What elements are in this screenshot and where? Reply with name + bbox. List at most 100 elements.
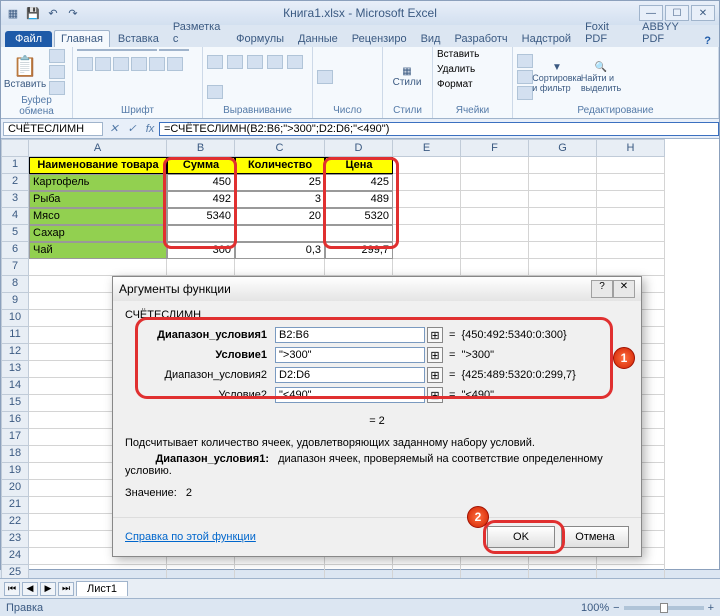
cell[interactable]: 20 bbox=[235, 208, 325, 225]
file-tab[interactable]: Файл bbox=[5, 31, 52, 47]
cell[interactable] bbox=[529, 208, 597, 225]
cell[interactable]: 492 bbox=[167, 191, 235, 208]
copy-icon[interactable] bbox=[49, 65, 65, 79]
row-header[interactable]: 13 bbox=[1, 361, 29, 378]
italic-icon[interactable] bbox=[95, 57, 111, 71]
tab-data[interactable]: Данные bbox=[292, 31, 344, 47]
col-header[interactable]: G bbox=[529, 139, 597, 157]
row-header[interactable]: 7 bbox=[1, 259, 29, 276]
sheet-tab[interactable]: Лист1 bbox=[76, 581, 128, 596]
cell[interactable]: 0,3 bbox=[235, 242, 325, 259]
cell[interactable]: 5340 bbox=[167, 208, 235, 225]
cell[interactable] bbox=[461, 157, 529, 174]
name-box[interactable]: СЧЁТЕСЛИМН bbox=[3, 122, 103, 136]
function-help-link[interactable]: Справка по этой функции bbox=[125, 531, 256, 543]
delete-cells[interactable]: Удалить bbox=[437, 64, 508, 75]
save-icon[interactable]: 💾 bbox=[25, 5, 41, 21]
row-header[interactable]: 6 bbox=[1, 242, 29, 259]
cell[interactable] bbox=[393, 208, 461, 225]
cell[interactable] bbox=[29, 259, 167, 276]
cell[interactable] bbox=[235, 259, 325, 276]
cell[interactable]: 25 bbox=[235, 174, 325, 191]
cell[interactable]: Рыба bbox=[29, 191, 167, 208]
align-icon[interactable] bbox=[207, 55, 223, 69]
col-header[interactable]: H bbox=[597, 139, 665, 157]
cell[interactable] bbox=[235, 225, 325, 242]
row-header[interactable]: 1 bbox=[1, 157, 29, 174]
cell[interactable] bbox=[393, 242, 461, 259]
row-header[interactable]: 15 bbox=[1, 395, 29, 412]
font-size-select[interactable] bbox=[159, 49, 189, 51]
col-header[interactable]: C bbox=[235, 139, 325, 157]
row-header[interactable]: 23 bbox=[1, 531, 29, 548]
cell[interactable] bbox=[461, 174, 529, 191]
cell[interactable]: Картофель bbox=[29, 174, 167, 191]
cell[interactable]: Количество bbox=[235, 157, 325, 174]
cell[interactable] bbox=[597, 174, 665, 191]
number-format-icon[interactable] bbox=[317, 70, 333, 84]
format-cells[interactable]: Формат bbox=[437, 79, 508, 90]
row-header[interactable]: 8 bbox=[1, 276, 29, 293]
sort-filter-button[interactable]: ▼Сортировка и фильтр bbox=[537, 62, 577, 93]
cut-icon[interactable] bbox=[49, 49, 65, 63]
cell[interactable] bbox=[167, 259, 235, 276]
row-header[interactable]: 5 bbox=[1, 225, 29, 242]
tab-developer[interactable]: Разработч bbox=[448, 31, 513, 47]
row-header[interactable]: 24 bbox=[1, 548, 29, 565]
cell[interactable]: Мясо bbox=[29, 208, 167, 225]
insert-cells[interactable]: Вставить bbox=[437, 49, 508, 60]
col-header[interactable]: B bbox=[167, 139, 235, 157]
col-header[interactable]: F bbox=[461, 139, 529, 157]
autosum-icon[interactable] bbox=[517, 54, 533, 68]
tab-insert[interactable]: Вставка bbox=[112, 31, 165, 47]
tab-home[interactable]: Главная bbox=[54, 30, 110, 47]
zoom-out-icon[interactable]: − bbox=[613, 602, 619, 614]
row-header[interactable]: 11 bbox=[1, 327, 29, 344]
font-name-select[interactable] bbox=[77, 49, 157, 51]
sheet-nav-prev[interactable]: ◀ bbox=[22, 582, 38, 596]
cell[interactable] bbox=[529, 174, 597, 191]
dialog-close-icon[interactable]: ✕ bbox=[613, 280, 635, 298]
cell[interactable] bbox=[461, 225, 529, 242]
cell[interactable]: Сумма bbox=[167, 157, 235, 174]
cell[interactable]: 5320 bbox=[325, 208, 393, 225]
cell[interactable] bbox=[597, 225, 665, 242]
paste-button[interactable]: 📋 Вставить bbox=[5, 54, 45, 90]
cell[interactable] bbox=[529, 191, 597, 208]
cell[interactable]: 3 bbox=[235, 191, 325, 208]
undo-icon[interactable]: ↶ bbox=[45, 5, 61, 21]
cell[interactable] bbox=[461, 208, 529, 225]
cell[interactable] bbox=[393, 191, 461, 208]
tab-review[interactable]: Рецензиро bbox=[346, 31, 413, 47]
cell[interactable] bbox=[167, 225, 235, 242]
col-header[interactable]: A bbox=[29, 139, 167, 157]
cell[interactable] bbox=[393, 225, 461, 242]
select-all-corner[interactable] bbox=[1, 139, 29, 157]
tab-abbyy[interactable]: ABBYY PDF bbox=[636, 19, 702, 47]
cell[interactable] bbox=[529, 259, 597, 276]
row-header[interactable]: 2 bbox=[1, 174, 29, 191]
fill-color-icon[interactable] bbox=[149, 57, 165, 71]
border-icon[interactable] bbox=[131, 57, 147, 71]
row-header[interactable]: 20 bbox=[1, 480, 29, 497]
arg-input[interactable] bbox=[275, 327, 425, 343]
cell[interactable] bbox=[393, 174, 461, 191]
cancel-formula-icon[interactable]: ✕ bbox=[105, 122, 123, 135]
cell[interactable] bbox=[597, 157, 665, 174]
cell[interactable] bbox=[529, 225, 597, 242]
range-picker-icon[interactable]: ⊞ bbox=[427, 387, 443, 403]
ok-button[interactable]: OK bbox=[487, 526, 555, 548]
cancel-button[interactable]: Отмена bbox=[561, 526, 629, 548]
dialog-help-icon[interactable]: ? bbox=[591, 280, 613, 298]
font-color-icon[interactable] bbox=[167, 57, 183, 71]
tab-formulas[interactable]: Формулы bbox=[230, 31, 290, 47]
cell[interactable] bbox=[393, 157, 461, 174]
row-header[interactable]: 16 bbox=[1, 412, 29, 429]
range-picker-icon[interactable]: ⊞ bbox=[427, 347, 443, 363]
row-header[interactable]: 21 bbox=[1, 497, 29, 514]
help-icon[interactable]: ? bbox=[704, 35, 711, 47]
cell[interactable] bbox=[325, 225, 393, 242]
row-header[interactable]: 9 bbox=[1, 293, 29, 310]
cell[interactable] bbox=[529, 242, 597, 259]
cell[interactable]: 425 bbox=[325, 174, 393, 191]
